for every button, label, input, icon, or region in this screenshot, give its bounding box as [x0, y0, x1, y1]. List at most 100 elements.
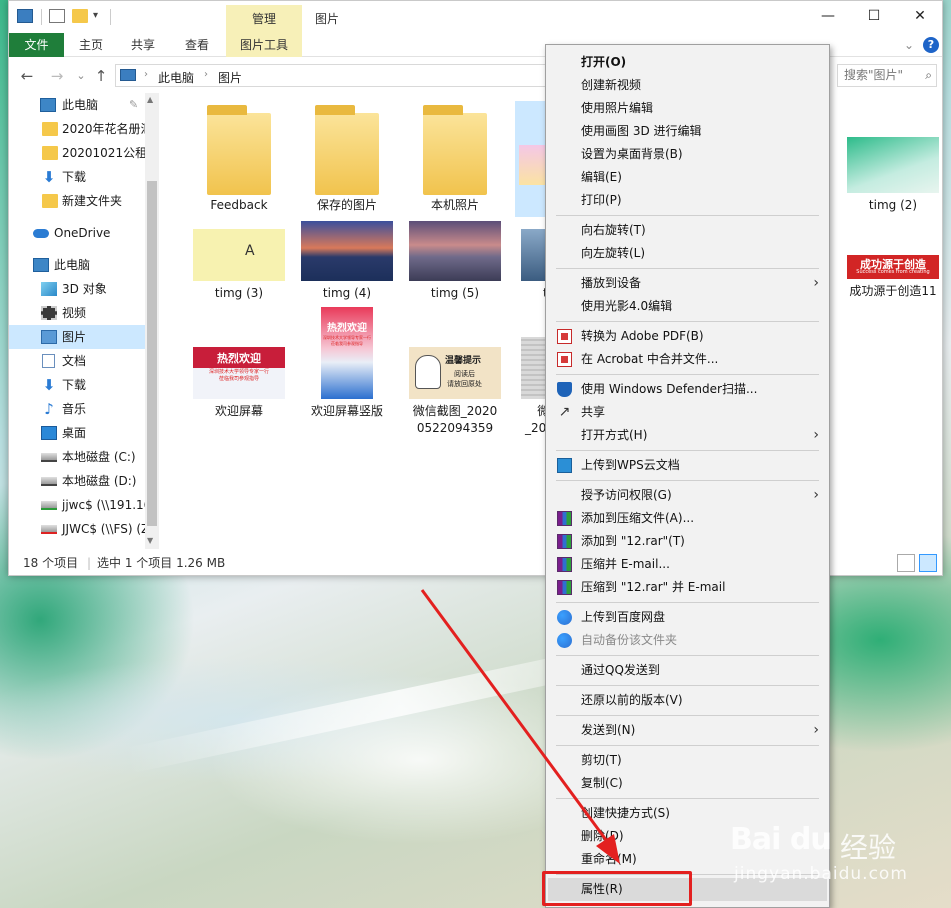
breadcrumb-this-pc[interactable]: 此电脑 [158, 69, 194, 86]
cloud-icon [33, 229, 49, 238]
tab-manage[interactable]: 管理 [226, 5, 302, 33]
nav-item-network-drive-disconnected[interactable]: JJWC$ (\\FS) (Z [9, 517, 145, 541]
nav-item-folder[interactable]: 20201021公租房 [9, 141, 145, 165]
nav-item-folder[interactable]: 新建文件夹 [9, 189, 145, 213]
nav-item-onedrive[interactable]: OneDrive [9, 221, 145, 245]
file-item-folder[interactable]: 保存的图片 [295, 101, 399, 221]
context-menu-item[interactable]: 复制(C) [548, 772, 827, 795]
file-item-image[interactable]: A timg (3) [187, 225, 291, 305]
context-menu-item[interactable]: 向右旋转(T) [548, 219, 827, 242]
nav-item-folder[interactable]: 2020年花名册汇 [9, 117, 145, 141]
context-menu-item[interactable]: 添加到 "12.rar"(T) [548, 530, 827, 553]
context-menu-item[interactable]: 向左旋转(L) [548, 242, 827, 265]
file-item-image[interactable]: 成功源于创造 Success comes from creating 成功源于创… [841, 249, 945, 309]
properties-icon[interactable] [49, 9, 65, 23]
nav-item-label: 音乐 [62, 402, 87, 416]
recent-locations-dropdown[interactable]: ⌄ [71, 66, 91, 86]
context-menu-item[interactable]: 编辑(E) [548, 166, 827, 189]
file-item-image[interactable]: timg (2) [841, 101, 945, 221]
file-item-folder[interactable]: Feedback [187, 101, 291, 221]
nav-item-downloads[interactable]: ⬇ 下载 [9, 373, 145, 397]
context-menu-item[interactable]: 设置为桌面背景(B) [548, 143, 827, 166]
context-menu-item[interactable]: 打印(P) [548, 189, 827, 212]
context-menu-item[interactable]: ↗ 共享 [548, 401, 827, 424]
file-item-folder[interactable]: 本机照片 [403, 101, 507, 221]
tab-home[interactable]: 主页 [69, 33, 113, 57]
tab-file[interactable]: 文件 [9, 33, 64, 57]
file-item-image[interactable]: 温馨提示 阅读后 请放回原处 微信截图_20200522094359 [403, 337, 507, 457]
context-menu-item[interactable]: 打开方式(H) › [548, 424, 827, 447]
baidu-icon [557, 633, 572, 648]
scrollbar-thumb[interactable] [147, 181, 157, 526]
nav-item-videos[interactable]: 视频 [9, 301, 145, 325]
nav-item-downloads-pinned[interactable]: ⬇ 下载 [9, 165, 145, 189]
minimize-button[interactable]: — [805, 1, 851, 31]
expand-ribbon-icon[interactable]: ⌄ [899, 33, 919, 57]
context-menu-item[interactable]: 发送到(N) › [548, 719, 827, 742]
context-menu-item[interactable]: 压缩到 "12.rar" 并 E-mail [548, 576, 827, 599]
nav-item-network-drive[interactable]: jjwc$ (\\191.16 [9, 493, 145, 517]
up-button[interactable]: ↑ [91, 66, 111, 86]
forward-button[interactable]: → [47, 66, 67, 86]
context-menu-item[interactable]: 打开(O) [548, 51, 827, 74]
context-menu-item[interactable]: 压缩并 E-mail... [548, 553, 827, 576]
menu-item-label: 使用光影4.0编辑 [581, 299, 673, 313]
tab-share[interactable]: 共享 [121, 33, 165, 57]
file-item-image[interactable]: timg (4) [295, 221, 399, 305]
context-menu-item[interactable]: 还原以前的版本(V) [548, 689, 827, 712]
context-menu-item[interactable]: 使用 Windows Defender扫描... [548, 378, 827, 401]
nav-item-desktop[interactable]: 桌面 [9, 421, 145, 445]
window-title: 图片 [315, 12, 340, 26]
baidu-icon [557, 610, 572, 625]
help-icon[interactable]: ? [923, 37, 939, 53]
thumbnail-text: Success comes from creating [856, 269, 930, 275]
context-menu-item[interactable]: 授予访问权限(G) › [548, 484, 827, 507]
nav-item-this-pc-pinned[interactable]: 此电脑 ✎ [9, 93, 145, 117]
context-menu-item[interactable]: 创建新视频 [548, 74, 827, 97]
context-menu-item[interactable]: 上传到WPS云文档 [548, 454, 827, 477]
nav-item-this-pc[interactable]: 此电脑 [9, 253, 145, 277]
file-item-image[interactable]: 热烈欢迎 深圳技术大学领导专家一行 莅临我司参观指导 欢迎屏幕 [187, 337, 291, 427]
new-folder-icon[interactable] [72, 9, 88, 23]
context-menu-item[interactable]: 转换为 Adobe PDF(B) [548, 325, 827, 348]
pin-icon[interactable]: ✎ [129, 93, 138, 117]
context-menu-item[interactable]: 在 Acrobat 中合并文件... [548, 348, 827, 371]
file-item-image[interactable]: 热烈欢迎 深圳技术大学领导专家一行 莅临我司参观指导 欢迎屏幕竖版 [295, 307, 399, 427]
nav-item-drive-d[interactable]: 本地磁盘 (D:) [9, 469, 145, 493]
scroll-down-icon[interactable]: ▼ [147, 536, 153, 545]
quick-access-dropdown-icon[interactable]: ▾ [93, 9, 109, 23]
back-button[interactable]: ← [17, 66, 37, 86]
menu-item-label: 上传到WPS云文档 [581, 458, 680, 472]
menu-item-label: 共享 [581, 405, 606, 419]
context-menu-item[interactable]: 使用画图 3D 进行编辑 [548, 120, 827, 143]
nav-item-3d-objects[interactable]: 3D 对象 [9, 277, 145, 301]
file-item-image[interactable]: timg (5) [403, 221, 507, 305]
tab-picture-tools[interactable]: 图片工具 [226, 33, 302, 57]
context-menu-item[interactable]: 剪切(T) [548, 749, 827, 772]
close-button[interactable]: ✕ [897, 1, 943, 31]
nav-item-drive-c[interactable]: 本地磁盘 (C:) [9, 445, 145, 469]
nav-item-music[interactable]: ♪ 音乐 [9, 397, 145, 421]
nav-item-pictures[interactable]: 图片 [9, 325, 145, 349]
menu-item-label: 打印(P) [581, 193, 622, 207]
maximize-button[interactable]: ☐ [851, 1, 897, 31]
context-menu-item[interactable]: 播放到设备 › [548, 272, 827, 295]
nav-item-documents[interactable]: 文档 [9, 349, 145, 373]
navigation-scrollbar[interactable]: ▲ ▼ [145, 93, 159, 549]
document-icon [42, 354, 55, 368]
breadcrumb-pictures[interactable]: 图片 [218, 69, 242, 86]
large-icons-view-button[interactable] [919, 554, 937, 572]
context-menu-item[interactable]: 添加到压缩文件(A)... [548, 507, 827, 530]
file-label: timg (2) [868, 198, 918, 212]
tab-view[interactable]: 查看 [175, 33, 219, 57]
search-input[interactable]: 搜索"图片" ⌕ [837, 64, 937, 87]
menu-separator [556, 602, 819, 603]
context-menu-item[interactable]: 自动备份该文件夹 [548, 629, 827, 652]
nav-item-label: 下载 [62, 378, 87, 392]
context-menu-item[interactable]: 通过QQ发送到 [548, 659, 827, 682]
context-menu-item[interactable]: 上传到百度网盘 [548, 606, 827, 629]
context-menu-item[interactable]: 使用照片编辑 [548, 97, 827, 120]
context-menu-item[interactable]: 使用光影4.0编辑 [548, 295, 827, 318]
details-view-button[interactable] [897, 554, 915, 572]
scroll-up-icon[interactable]: ▲ [147, 95, 153, 104]
